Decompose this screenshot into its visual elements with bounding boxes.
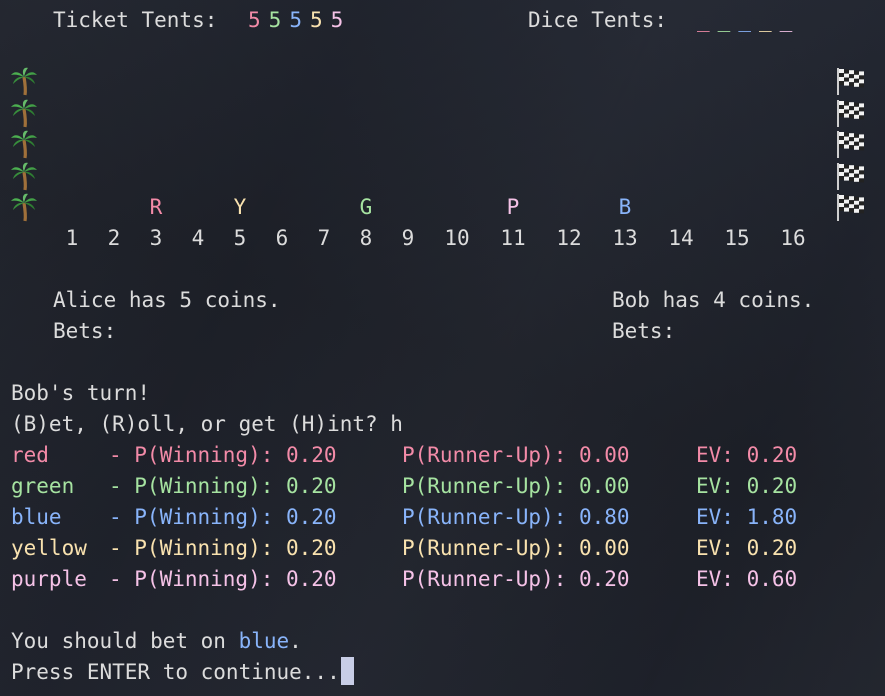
track-number-4: 4 bbox=[191, 226, 205, 250]
track-number-16: 16 bbox=[780, 226, 806, 250]
dice_tents-yellow: _ bbox=[758, 8, 772, 32]
track-number-15: 15 bbox=[724, 226, 750, 250]
ticket_tents-yellow: 5 bbox=[309, 8, 323, 32]
ticket_tents-purple: 5 bbox=[330, 8, 344, 32]
runner-green: G bbox=[359, 195, 373, 219]
hint-p-winning-red: - P(Winning): 0.20 bbox=[109, 443, 337, 467]
track-number-1: 1 bbox=[65, 226, 79, 250]
terminal-cursor bbox=[340, 657, 354, 685]
palm-tree-icon bbox=[9, 128, 39, 159]
hint-ev-green: EV: 0.20 bbox=[696, 474, 798, 498]
checkered-flag-icon bbox=[835, 160, 865, 191]
track-number-3: 3 bbox=[149, 226, 163, 250]
track-number-2: 2 bbox=[107, 226, 121, 250]
suggestion-color: blue bbox=[238, 629, 290, 653]
continue-prompt: Press ENTER to continue... bbox=[11, 660, 340, 684]
checkered-flag-icon bbox=[835, 128, 865, 159]
track-number-5: 5 bbox=[233, 226, 247, 250]
checkered-flag-icon bbox=[835, 97, 865, 128]
dice_tents-red: _ bbox=[697, 8, 710, 32]
turn-message: Bob's turn! bbox=[11, 381, 151, 405]
track-number-11: 11 bbox=[500, 226, 526, 250]
track-number-6: 6 bbox=[275, 226, 289, 250]
bob-bets: Bets: bbox=[612, 319, 676, 343]
suggestion-prefix: You should bet on bbox=[11, 629, 239, 653]
hint-color-blue: blue bbox=[11, 505, 87, 529]
hint-color-yellow: yellow bbox=[11, 536, 87, 560]
track-number-13: 13 bbox=[612, 226, 638, 250]
ticket_tents-red: 5 bbox=[248, 8, 261, 32]
hint-ev-red: EV: 0.20 bbox=[696, 443, 798, 467]
hint-ev-blue: EV: 1.80 bbox=[696, 505, 798, 529]
runner-red: R bbox=[149, 195, 163, 219]
bob-status: Bob has 4 coins. bbox=[612, 288, 815, 312]
track-number-7: 7 bbox=[317, 226, 331, 250]
palm-tree-icon bbox=[9, 97, 39, 128]
dice_tents-blue: _ bbox=[738, 8, 751, 32]
hint-p-winning-yellow: - P(Winning): 0.20 bbox=[109, 536, 337, 560]
track-number-8: 8 bbox=[359, 226, 373, 250]
continue-line[interactable]: Press ENTER to continue... bbox=[11, 657, 354, 688]
hint-color-red: red bbox=[11, 443, 87, 467]
hint-color-purple: purple bbox=[11, 567, 87, 591]
track-number-12: 12 bbox=[556, 226, 582, 250]
track-number-10: 10 bbox=[444, 226, 470, 250]
track-number-9: 9 bbox=[401, 226, 415, 250]
hint-p-winning-green: - P(Winning): 0.20 bbox=[109, 474, 337, 498]
alice-status: Alice has 5 coins. bbox=[53, 288, 281, 312]
hint-p-runner-up-purple: P(Runner-Up): 0.20 bbox=[402, 567, 630, 591]
runner-yellow: Y bbox=[233, 195, 247, 219]
ticket-tents-label: Ticket Tents: bbox=[53, 8, 218, 32]
ticket_tents-blue: 5 bbox=[289, 8, 302, 32]
suggestion-line: You should bet on blue. bbox=[11, 626, 302, 657]
hint-p-winning-purple: - P(Winning): 0.20 bbox=[109, 567, 337, 591]
hint-p-runner-up-red: P(Runner-Up): 0.00 bbox=[402, 443, 630, 467]
alice-bets: Bets: bbox=[53, 319, 117, 343]
ticket-tents: 55555 bbox=[248, 5, 343, 36]
palm-tree-icon bbox=[9, 160, 39, 191]
hint-ev-purple: EV: 0.60 bbox=[696, 567, 798, 591]
action-prompt[interactable]: (B)et, (R)oll, or get (H)int? h bbox=[11, 409, 403, 440]
dice_tents-purple: _ bbox=[779, 8, 793, 32]
palm-tree-icon bbox=[9, 65, 39, 96]
hint-p-winning-blue: - P(Winning): 0.20 bbox=[109, 505, 337, 529]
dice-tents-label: Dice Tents: bbox=[528, 8, 668, 32]
checkered-flag-icon bbox=[835, 191, 865, 222]
track-number-14: 14 bbox=[668, 226, 694, 250]
checkered-flag-icon bbox=[835, 65, 865, 96]
palm-tree-icon bbox=[9, 191, 39, 222]
hint-p-runner-up-green: P(Runner-Up): 0.00 bbox=[402, 474, 630, 498]
ticket_tents-green: 5 bbox=[268, 8, 282, 32]
hint-ev-yellow: EV: 0.20 bbox=[696, 536, 798, 560]
hint-p-runner-up-yellow: P(Runner-Up): 0.00 bbox=[402, 536, 630, 560]
hint-color-green: green bbox=[11, 474, 87, 498]
hint-p-runner-up-blue: P(Runner-Up): 0.80 bbox=[402, 505, 630, 529]
runner-blue: B bbox=[618, 195, 632, 219]
dice-tents: _ _ _ _ _ bbox=[697, 5, 792, 36]
dice_tents-green: _ bbox=[717, 8, 731, 32]
runner-purple: P bbox=[506, 195, 520, 219]
suggestion-suffix: . bbox=[289, 629, 302, 653]
